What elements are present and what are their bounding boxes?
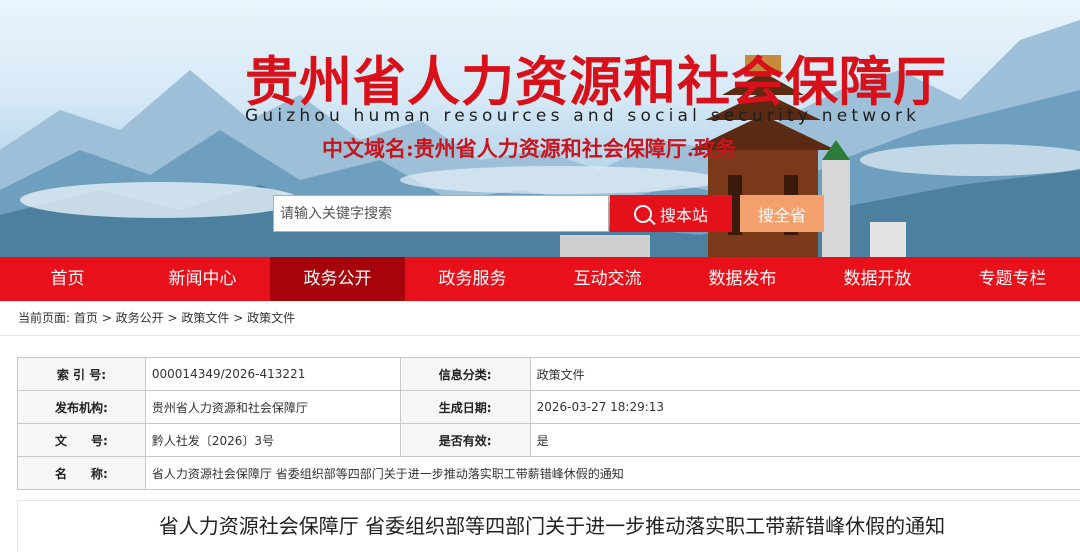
date-value: 2026-03-27 18:29:13 xyxy=(529,390,1080,424)
breadcrumb-government-affairs[interactable]: 政务公开 xyxy=(116,311,164,325)
nav-item-data-release[interactable]: 数据发布 xyxy=(675,257,810,301)
table-row: 名 称: 省人力资源社会保障厅 省委组织部等四部门关于进一步推动落实职工带薪错峰… xyxy=(17,456,1080,490)
name-value: 省人力资源社会保障厅 省委组织部等四部门关于进一步推动落实职工带薪错峰休假的通知 xyxy=(144,456,1080,490)
nav-item-home[interactable]: 首页 xyxy=(0,257,135,301)
name-label: 名 称: xyxy=(17,456,146,490)
nav-item-government-affairs[interactable]: 政务公开 xyxy=(270,257,405,301)
search-site-label: 搜本站 xyxy=(659,205,708,225)
category-value: 政策文件 xyxy=(529,357,1080,391)
breadcrumb-home[interactable]: 首页 xyxy=(74,311,98,325)
document-title: 省人力资源社会保障厅 省委组织部等四部门关于进一步推动落实职工带薪错峰休假的通知 xyxy=(17,500,1080,552)
nav-item-services[interactable]: 政务服务 xyxy=(405,257,540,301)
validity-value: 是 xyxy=(529,423,1080,457)
index-number-value: 000014349/2026-413221 xyxy=(144,357,401,391)
table-row: 索 引 号: 000014349/2026-413221 信息分类: 政策文件 xyxy=(17,357,1080,391)
issuer-label: 发布机构: xyxy=(17,390,146,424)
validity-label: 是否有效: xyxy=(399,423,531,457)
breadcrumb-separator: > xyxy=(167,311,178,325)
breadcrumb-policy-docs[interactable]: 政策文件 xyxy=(181,311,229,325)
date-label: 生成日期: xyxy=(399,390,531,424)
main-nav: 首页 新闻中心 政务公开 政务服务 互动交流 数据发布 数据开放 专题专栏 xyxy=(0,257,1080,301)
search-icon xyxy=(633,204,652,223)
search-site-button[interactable]: 搜本站 xyxy=(610,195,732,232)
search-province-button[interactable]: 搜全省 xyxy=(740,195,824,232)
breadcrumb-policy-docs-current[interactable]: 政策文件 xyxy=(247,311,295,325)
site-banner: 贵州省人力资源和社会保障厅 Guizhou human resources an… xyxy=(0,0,1080,257)
breadcrumb: 当前页面: 首页 > 政务公开 > 政策文件 > 政策文件 xyxy=(0,301,1080,336)
table-row: 发布机构: 贵州省人力资源和社会保障厅 生成日期: 2026-03-27 18:… xyxy=(17,390,1080,424)
category-label: 信息分类: xyxy=(399,357,531,391)
table-row: 文 号: 黔人社发〔2026〕3号 是否有效: 是 xyxy=(17,423,1080,457)
breadcrumb-prefix: 当前页面: xyxy=(18,311,71,325)
index-number-label: 索 引 号: xyxy=(17,357,146,391)
nav-item-interaction[interactable]: 互动交流 xyxy=(540,257,675,301)
document-number-label: 文 号: xyxy=(17,423,146,457)
nav-item-open-data[interactable]: 数据开放 xyxy=(810,257,945,301)
site-subtitle: Guizhou human resources and social secur… xyxy=(245,106,921,126)
document-info-table: 索 引 号: 000014349/2026-413221 信息分类: 政策文件 … xyxy=(17,357,1080,490)
search-input[interactable] xyxy=(273,195,609,232)
nav-item-news[interactable]: 新闻中心 xyxy=(135,257,270,301)
chinese-domain-name: 中文域名:贵州省人力资源和社会保障厅.政务 xyxy=(322,136,737,161)
site-title: 贵州省人力资源和社会保障厅 xyxy=(245,52,947,113)
breadcrumb-separator: > xyxy=(233,311,244,325)
nav-item-special-topics[interactable]: 专题专栏 xyxy=(945,257,1080,301)
document-number-value: 黔人社发〔2026〕3号 xyxy=(144,423,401,457)
issuer-value: 贵州省人力资源和社会保障厅 xyxy=(144,390,401,424)
breadcrumb-separator: > xyxy=(101,311,112,325)
